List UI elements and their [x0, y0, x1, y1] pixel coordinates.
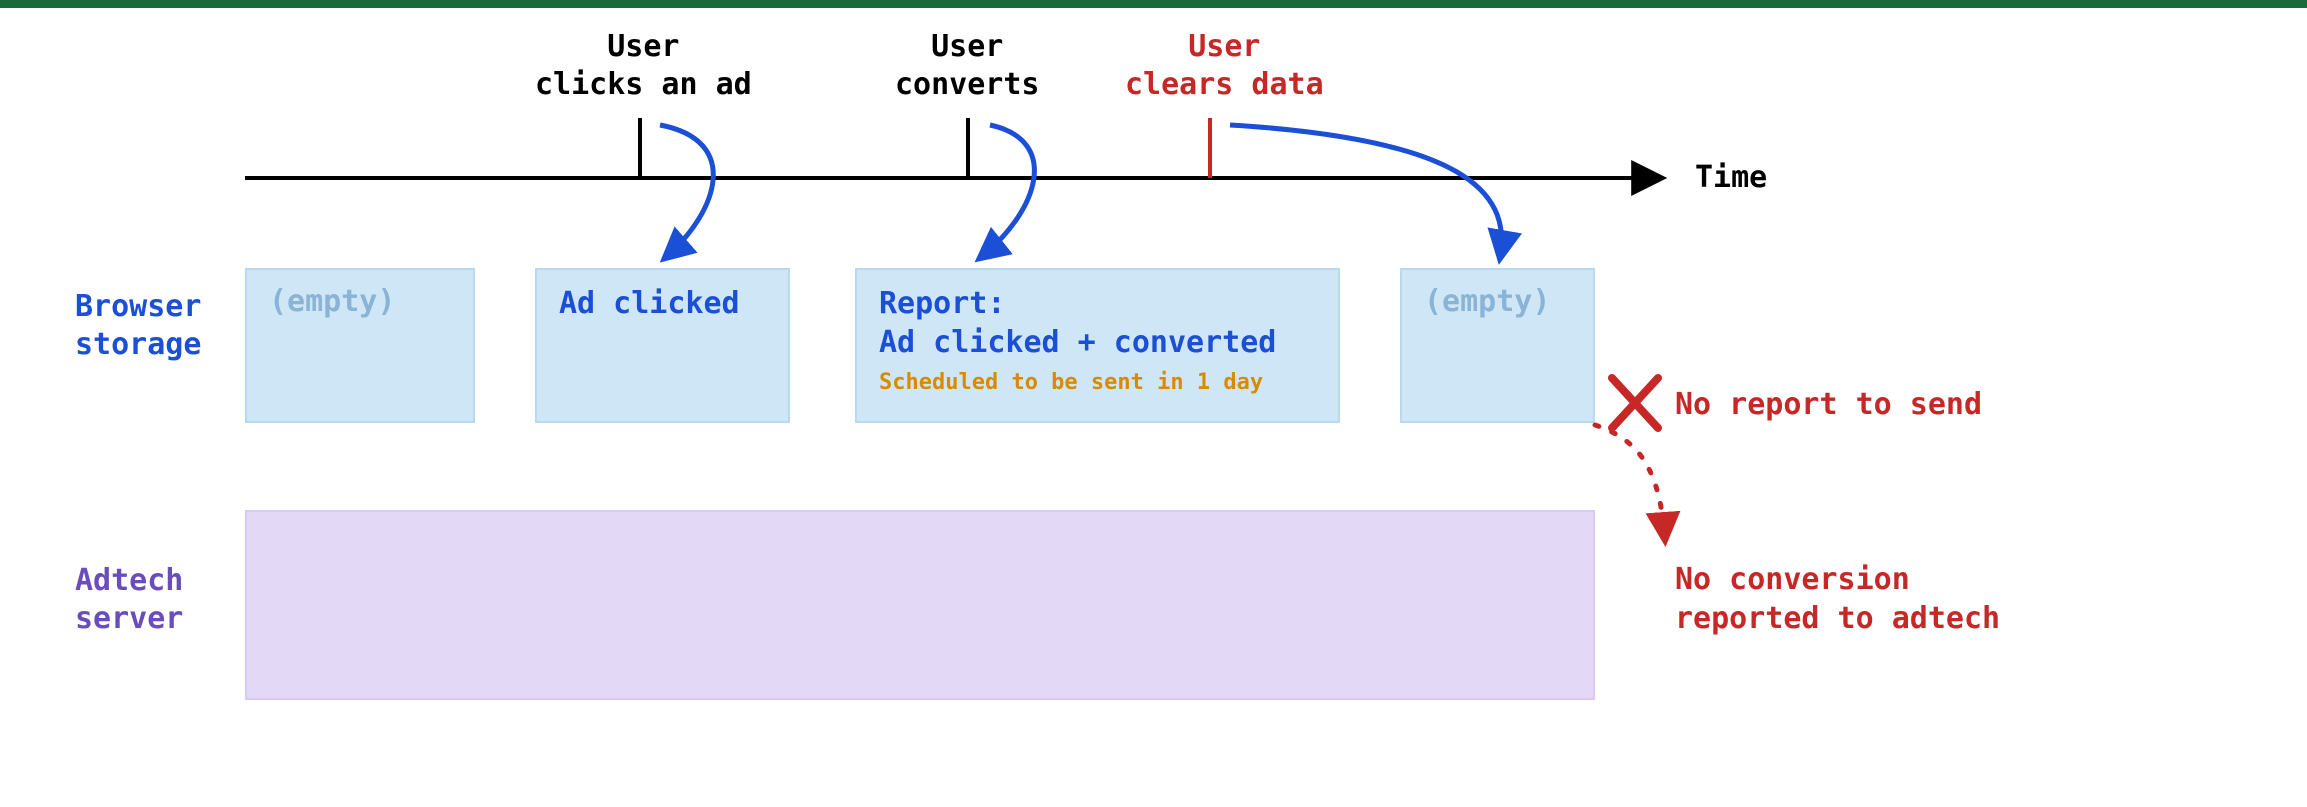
- storage-box-subtitle: Scheduled to be sent in 1 day: [879, 370, 1318, 395]
- arrow-to-ad-clicked: [660, 125, 713, 258]
- adtech-server-box: [245, 510, 1595, 700]
- storage-box-title: Ad clicked: [559, 284, 768, 323]
- storage-box-empty-2: (empty): [1400, 268, 1595, 423]
- row-label-browser-storage: Browser storage: [75, 288, 201, 363]
- storage-box-empty-1: (empty): [245, 268, 475, 423]
- storage-box-title: (empty): [1424, 284, 1573, 319]
- arrow-to-report: [980, 125, 1034, 258]
- storage-box-title: (empty): [269, 284, 453, 319]
- event-label-user-converts: User converts: [895, 28, 1040, 103]
- error-no-conversion: No conversion reported to adtech: [1675, 560, 2000, 638]
- storage-box-report: Report: Ad clicked + converted Scheduled…: [855, 268, 1340, 423]
- storage-box-ad-clicked: Ad clicked: [535, 268, 790, 423]
- cross-icon: [1612, 378, 1658, 428]
- axis-label-time: Time: [1695, 160, 1767, 195]
- arrow-dashed-no-report: [1595, 425, 1665, 540]
- storage-box-title: Report: Ad clicked + converted: [879, 284, 1318, 362]
- error-no-report: No report to send: [1675, 385, 1982, 424]
- top-green-strip: [0, 0, 2307, 8]
- event-label-user-clicks: User clicks an ad: [535, 28, 752, 103]
- row-label-adtech-server: Adtech server: [75, 562, 183, 637]
- arrow-to-empty: [1230, 125, 1502, 258]
- event-label-user-clears: User clears data: [1125, 28, 1324, 103]
